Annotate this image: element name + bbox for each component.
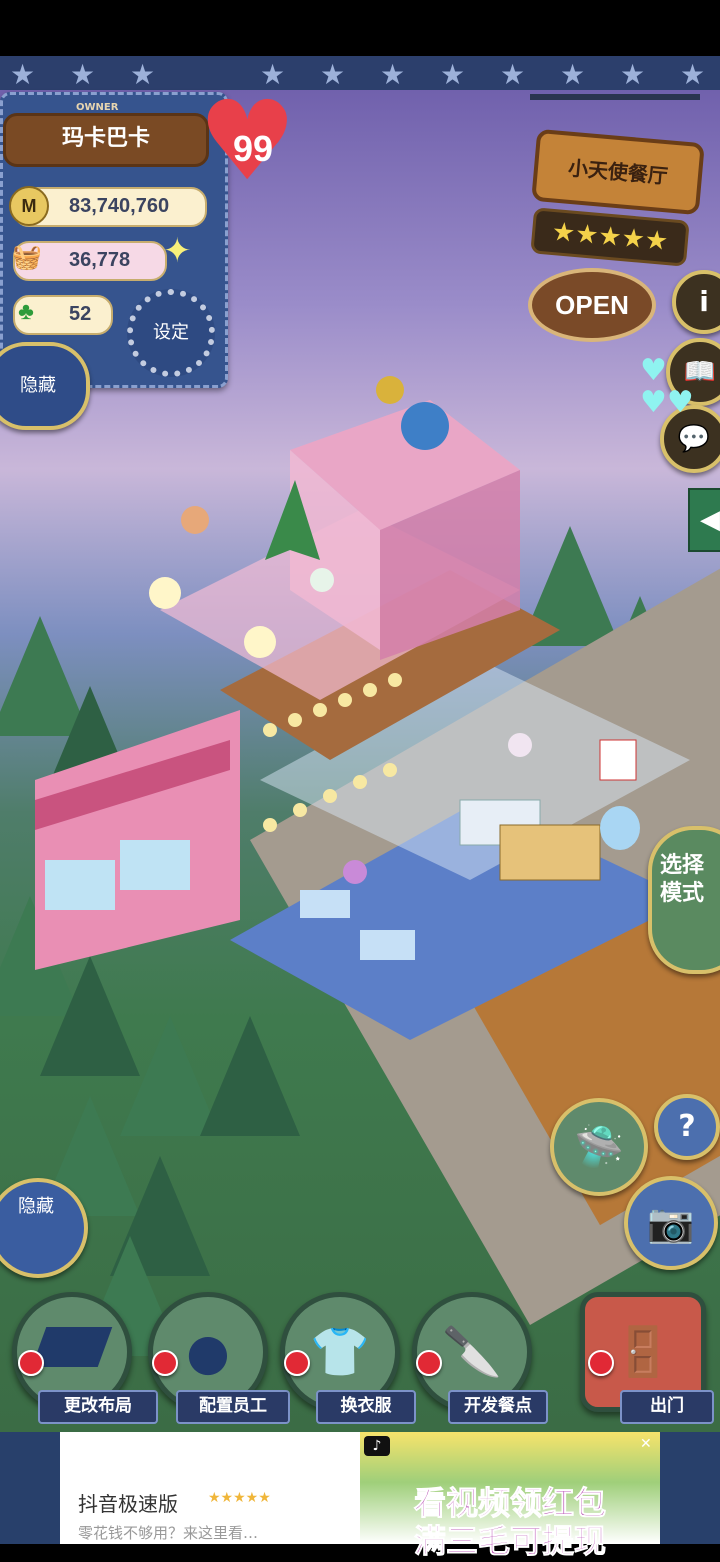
shop-window — [45, 860, 115, 910]
change-layout-label: 更改布局 — [38, 1390, 158, 1424]
balloon — [244, 626, 276, 658]
side-arrow-left-icon[interactable]: ◀ — [688, 488, 720, 552]
select-mode-label: 选择模式 — [659, 853, 704, 906]
info-icon: i — [699, 285, 709, 318]
money-counter: M 83,740,760 — [9, 186, 207, 227]
camera-button[interactable]: 📷 — [624, 1176, 718, 1270]
pin-icon — [284, 1350, 310, 1376]
pin-icon — [18, 1350, 44, 1376]
owner-tag: OWNER — [76, 102, 119, 113]
money-value: 83,740,760 — [69, 195, 170, 217]
assign-staff-label: 配置员工 — [176, 1390, 290, 1424]
ad-tagline: 零花钱不够用？来这里看… — [78, 1524, 259, 1542]
shaved-ice-machine — [600, 806, 640, 850]
rating-stars: ★★★★★ — [530, 207, 690, 267]
restaurant-name-board: 小天使餐厅 — [531, 128, 705, 216]
sign-bracket — [530, 94, 700, 100]
exit-button[interactable]: 🚪 出门 — [580, 1292, 716, 1426]
open-status-sign[interactable]: OPEN — [528, 268, 656, 342]
ad-rating-stars: ★★★★★ — [208, 1490, 271, 1506]
assign-staff-button[interactable]: ● 配置员工 — [148, 1292, 290, 1426]
money-coin-icon: M — [9, 186, 49, 226]
ice-table — [300, 890, 350, 918]
change-clothes-label: 换衣服 — [316, 1390, 416, 1424]
select-mode-button[interactable]: 选择模式 — [648, 826, 720, 974]
bunny-staff — [310, 568, 334, 592]
restaurant-building[interactable] — [0, 360, 720, 1060]
clover-counter: ♣ 52 — [13, 295, 113, 335]
ufo-icon: 🛸 — [574, 1124, 624, 1170]
ad-image[interactable]: ♪ ✕ 看视频领红包 满三毛可提现 — [360, 1432, 660, 1561]
change-layout-button[interactable]: 更改布局 — [12, 1292, 158, 1426]
hide-top-label: 隐藏 — [20, 375, 56, 396]
balloon — [149, 577, 181, 609]
settings-button[interactable]: 设定 — [127, 289, 215, 377]
ingredients-value: 36,778 — [69, 249, 131, 271]
develop-dishes-label: 开发餐点 — [448, 1390, 548, 1424]
camera-icon: 📷 — [647, 1201, 695, 1245]
shop-window — [120, 840, 190, 890]
purple-customer — [343, 860, 367, 884]
floating-hearts-icon: ♥ ♥♥ — [640, 353, 694, 420]
restaurant-name: 小天使餐厅 — [567, 155, 669, 189]
help-icon: ? — [678, 1109, 696, 1144]
ad-app-name: 抖音极速版 — [78, 1492, 178, 1516]
develop-dishes-button[interactable]: 🔪 开发餐点 — [412, 1292, 548, 1426]
star-border-top: ★ ★ ★ ★ ★ ★ ★ ★ ★ ★ ★ — [0, 56, 720, 91]
help-button[interactable]: ? — [654, 1094, 720, 1160]
angel-bunny — [508, 733, 532, 757]
speech-heart-icon: 💬 — [677, 424, 711, 454]
pin-icon — [152, 1350, 178, 1376]
tiktok-logo-icon: ♪ — [364, 1436, 390, 1456]
globe-ornament — [401, 402, 449, 450]
bear-staff — [181, 506, 209, 534]
pin-icon — [416, 1350, 442, 1376]
gold-ball — [376, 376, 404, 404]
owner-nameplate[interactable]: OWNER 玛卡巴卡 — [3, 102, 209, 167]
ad-banner-line2: 满三毛可提现 — [413, 1522, 606, 1561]
ice-table — [360, 930, 415, 960]
settings-label: 设定 — [153, 322, 189, 343]
sparkle-icon: ✦ — [163, 231, 192, 271]
ingredients-counter: 🧺 36,778 — [12, 241, 167, 281]
exit-label: 出门 — [620, 1390, 714, 1424]
ufo-event-button[interactable]: 🛸 — [550, 1098, 648, 1196]
ice-cabinet — [499, 824, 601, 881]
owner-name: 玛卡巴卡 — [61, 126, 150, 151]
ad-close-icon[interactable]: ✕ — [640, 1436, 652, 1452]
clover-value: 52 — [69, 303, 92, 325]
vegetable-basket-icon: 🧺 — [12, 244, 42, 271]
open-status: OPEN — [555, 290, 629, 320]
ice-flag-sign — [599, 739, 637, 781]
level-value: 99 — [232, 128, 274, 169]
clover-icon: ♣ — [18, 298, 34, 325]
pin-icon — [588, 1350, 614, 1376]
change-clothes-button[interactable]: 👕 换衣服 — [280, 1292, 416, 1426]
hide-bottom-label: 隐藏 — [18, 1196, 54, 1217]
hide-top-button[interactable]: 隐藏 — [0, 342, 90, 430]
